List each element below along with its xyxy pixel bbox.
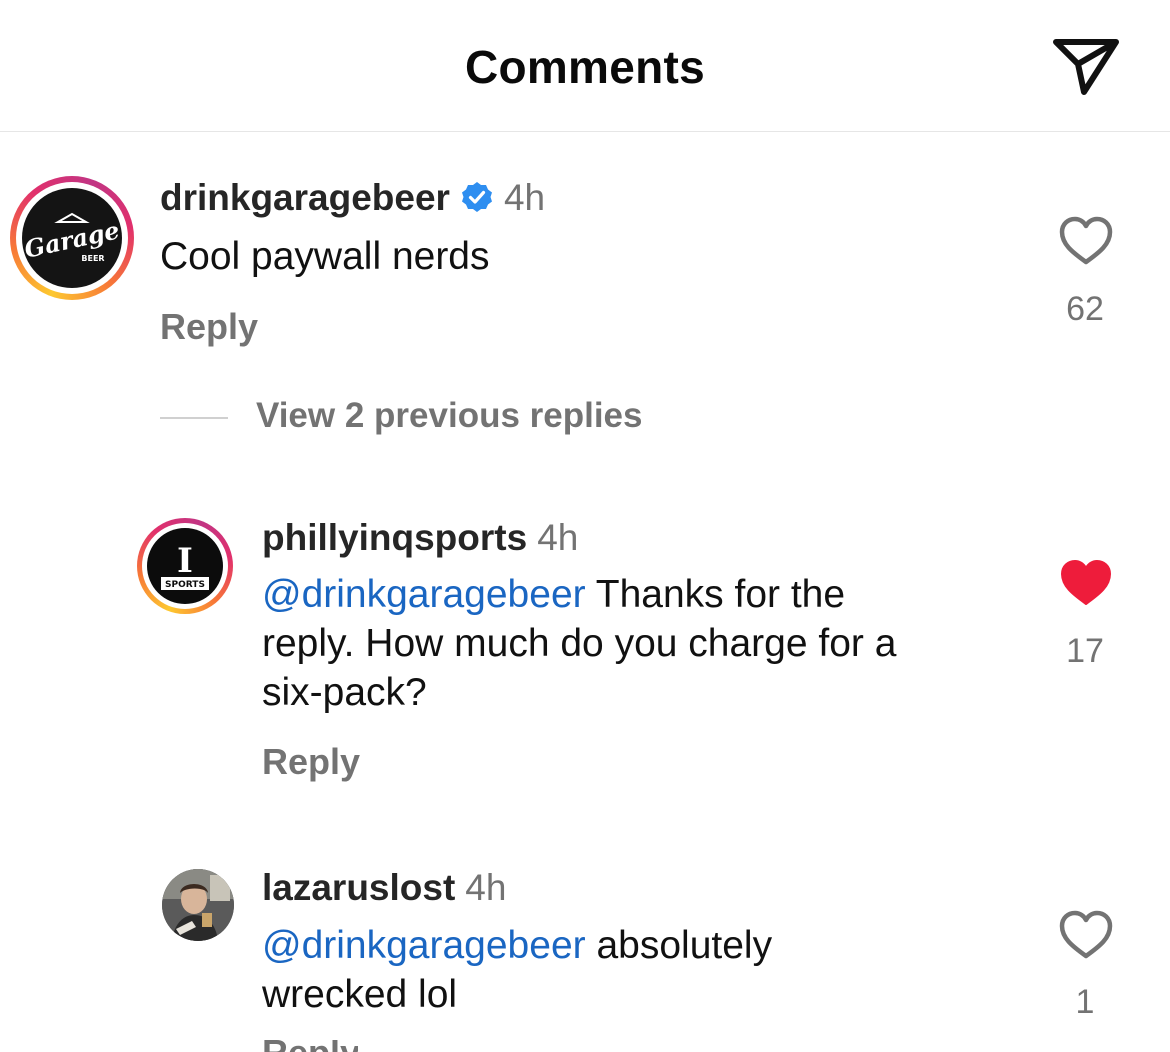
comment-line-1: @drinkgaragebeer absolutely: [262, 921, 1022, 970]
inquirer-sports-logo: I SPORTS: [161, 541, 209, 590]
garage-beer-logo: Garage BEER: [22, 212, 122, 264]
logo-subtext: SPORTS: [165, 580, 205, 590]
comment-username[interactable]: drinkgaragebeer 4h: [160, 177, 545, 219]
comment-line-1: @drinkgaragebeer Thanks for the: [262, 570, 1022, 619]
reply-button[interactable]: Reply: [262, 1040, 358, 1052]
comment-text: @drinkgaragebeer absolutely wrecked lol: [262, 921, 1022, 1019]
comment-line-2: reply. How much do you charge for a: [262, 622, 897, 665]
heart-icon[interactable]: [1058, 216, 1114, 266]
avatar[interactable]: I SPORTS: [147, 528, 223, 604]
logo-subtext: BEER: [81, 254, 104, 263]
comment-timestamp: 4h: [537, 517, 579, 558]
view-previous-replies-button[interactable]: View 2 previous replies: [256, 396, 643, 436]
replies-divider: [160, 417, 228, 419]
header: Comments: [0, 0, 1170, 132]
mention-link[interactable]: @drinkgaragebeer: [262, 924, 586, 967]
verified-badge-icon: [461, 182, 492, 212]
avatar[interactable]: Garage BEER: [22, 188, 122, 288]
logo-text: I: [177, 541, 193, 581]
avatar[interactable]: [162, 869, 234, 941]
comment-username[interactable]: phillyinqsports 4h: [262, 517, 578, 559]
username-text[interactable]: drinkgaragebeer: [160, 177, 450, 218]
mention-link[interactable]: @drinkgaragebeer: [262, 573, 586, 616]
comment-timestamp: 4h: [503, 177, 546, 218]
comment-text-segment: Thanks for the: [585, 573, 846, 616]
like-count: 62: [1066, 290, 1104, 328]
reply-button[interactable]: Reply: [160, 306, 258, 348]
comment-text-segment: absolutely: [585, 924, 773, 967]
heart-filled-icon[interactable]: [1058, 558, 1114, 608]
comment-username[interactable]: lazaruslost 4h: [262, 867, 506, 909]
comment-text: Cool paywall nerds: [160, 235, 490, 278]
like-count: 17: [1066, 632, 1104, 670]
heart-icon[interactable]: [1058, 910, 1114, 960]
page-title: Comments: [464, 41, 706, 93]
reply-button[interactable]: Reply: [262, 741, 360, 783]
comment-line-3: six-pack?: [262, 671, 427, 714]
comment-line-2: wrecked lol: [262, 973, 458, 1016]
like-count: 1: [1075, 983, 1095, 1021]
user-photo: [162, 869, 234, 941]
username-text[interactable]: lazaruslost: [262, 867, 455, 908]
comment-text: @drinkgaragebeer Thanks for the reply. H…: [262, 570, 1022, 717]
comment-timestamp: 4h: [465, 867, 507, 908]
username-text[interactable]: phillyinqsports: [262, 517, 527, 558]
paper-plane-icon[interactable]: [1050, 34, 1122, 98]
